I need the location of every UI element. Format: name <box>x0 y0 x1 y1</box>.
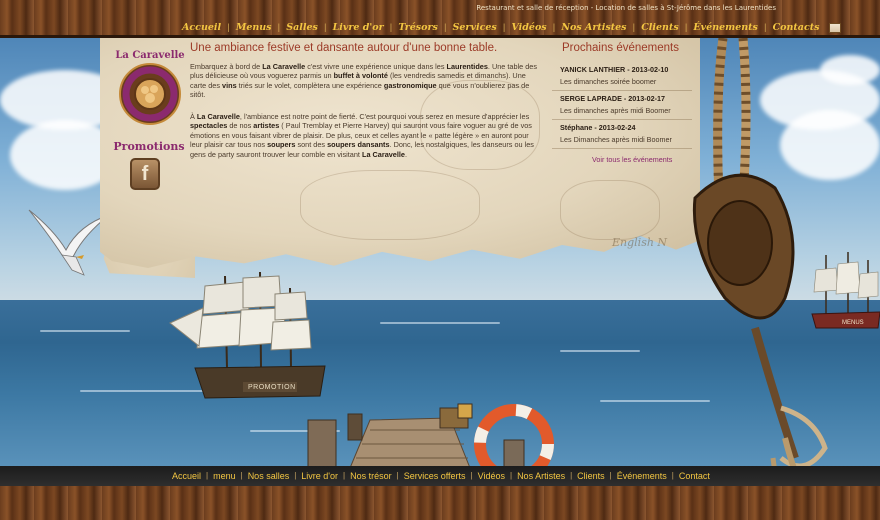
nav-separator: | <box>323 23 327 32</box>
top-navigation: Accueil | Menus | Salles | Livre d'or | Trés… <box>182 22 842 33</box>
event-item[interactable]: SERGE LAPRADE - 2013-02-17 Les dimanches… <box>552 91 692 120</box>
footer-nav-nos-artistes[interactable]: Nos Artistes <box>517 471 565 481</box>
map-label: English N <box>612 236 668 249</box>
event-heading[interactable]: YANICK LANTHIER - 2013-02-10 <box>560 64 692 76</box>
wave <box>380 322 500 324</box>
nav-separator: | <box>609 471 612 480</box>
nav-videos[interactable]: Vidéos <box>511 22 546 33</box>
nav-clients[interactable]: Clients <box>641 22 678 33</box>
event-item[interactable]: YANICK LANTHIER - 2013-02-10 Les dimanch… <box>552 62 692 91</box>
nav-accueil[interactable]: Accueil <box>182 22 221 33</box>
nav-separator: | <box>443 23 447 32</box>
promotions-title[interactable]: Promotions <box>110 140 188 153</box>
logo-title[interactable]: La Caravelle <box>112 50 188 61</box>
dock-image <box>307 403 554 470</box>
events-list: YANICK LANTHIER - 2013-02-10 Les dimanch… <box>552 62 692 149</box>
footer-nav-clients[interactable]: Clients <box>577 471 605 481</box>
footer-nav-evenements[interactable]: Événements <box>617 471 667 481</box>
footer-nav-contact[interactable]: Contact <box>679 471 710 481</box>
ship-plaque-label: PROMOTION <box>248 384 296 391</box>
nav-separator: | <box>763 23 767 32</box>
footer-nav-services-offerts[interactable]: Services offerts <box>404 471 466 481</box>
facebook-icon[interactable]: f <box>130 158 160 190</box>
footer-nav-videos[interactable]: Vidéos <box>478 471 505 481</box>
footer-nav-nos-tresor[interactable]: Nos trésor <box>350 471 392 481</box>
map-decoration <box>300 170 480 240</box>
nav-livre-dor[interactable]: Livre d'or <box>333 22 384 33</box>
nav-evenements[interactable]: Événements <box>693 22 758 33</box>
all-events-link[interactable]: Voir tous les événements <box>592 155 672 164</box>
nav-separator: | <box>570 471 573 480</box>
nav-separator: | <box>671 471 674 480</box>
intro-paragraph-2: À La Caravelle, l'ambiance est notre poi… <box>190 112 534 159</box>
nav-nos-artistes[interactable]: Nos Artistes <box>561 22 626 33</box>
event-description: Les Dimanches après midi Boomer <box>560 135 672 144</box>
nav-separator: | <box>552 23 556 32</box>
nav-menus[interactable]: Menus <box>236 22 272 33</box>
footer-nav-livre-dor[interactable]: Livre d'or <box>301 471 338 481</box>
nav-services[interactable]: Services <box>453 22 497 33</box>
nav-separator: | <box>509 471 513 480</box>
nav-separator: | <box>396 471 399 480</box>
event-description: Les dimanches soirée boomer <box>560 77 657 86</box>
events-title: Prochains événements <box>562 42 679 54</box>
nav-separator: | <box>206 471 209 480</box>
nav-separator: | <box>294 471 297 480</box>
footer-nav-nos-salles[interactable]: Nos salles <box>248 471 290 481</box>
nav-separator: | <box>343 471 346 480</box>
event-item[interactable]: Stéphane - 2013-02-24 Les Dimanches aprè… <box>552 120 692 149</box>
distant-ship-label: MENUS <box>842 320 864 326</box>
map-decoration <box>560 180 660 240</box>
nav-separator: | <box>389 23 393 32</box>
header-tagline: Restaurant et salle de réception - Locat… <box>476 4 776 12</box>
language-flag-icon[interactable] <box>829 22 842 33</box>
footer-wood-bar <box>0 486 880 520</box>
event-description: Les dimanches après midi Boomer <box>560 106 671 115</box>
footer-navigation: Accueil | menu | Nos salles | Livre d'or | N… <box>172 471 710 481</box>
nav-separator: | <box>277 23 281 32</box>
footer-nav-accueil[interactable]: Accueil <box>172 471 201 481</box>
wave <box>560 350 640 352</box>
event-heading[interactable]: SERGE LAPRADE - 2013-02-17 <box>560 93 692 105</box>
intro-paragraph-1: Embarquez à bord de La Caravelle c'est v… <box>190 62 537 100</box>
page-headline: Une ambiance festive et dansante autour … <box>190 42 498 54</box>
promotion-ship-image[interactable] <box>165 268 335 400</box>
nav-separator: | <box>502 23 506 32</box>
nav-tresors[interactable]: Trésors <box>398 22 437 33</box>
nav-separator: | <box>632 23 636 32</box>
rope-pulley-image <box>692 38 828 520</box>
nav-separator: | <box>240 471 243 480</box>
event-heading[interactable]: Stéphane - 2013-02-24 <box>560 122 692 134</box>
nav-separator: | <box>227 23 230 32</box>
footer-nav-menu[interactable]: menu <box>213 471 236 481</box>
nav-salles[interactable]: Salles <box>286 22 318 33</box>
nav-separator: | <box>470 471 473 480</box>
nav-separator: | <box>684 23 688 32</box>
nav-contacts[interactable]: Contacts <box>773 22 820 33</box>
wave <box>40 330 130 332</box>
